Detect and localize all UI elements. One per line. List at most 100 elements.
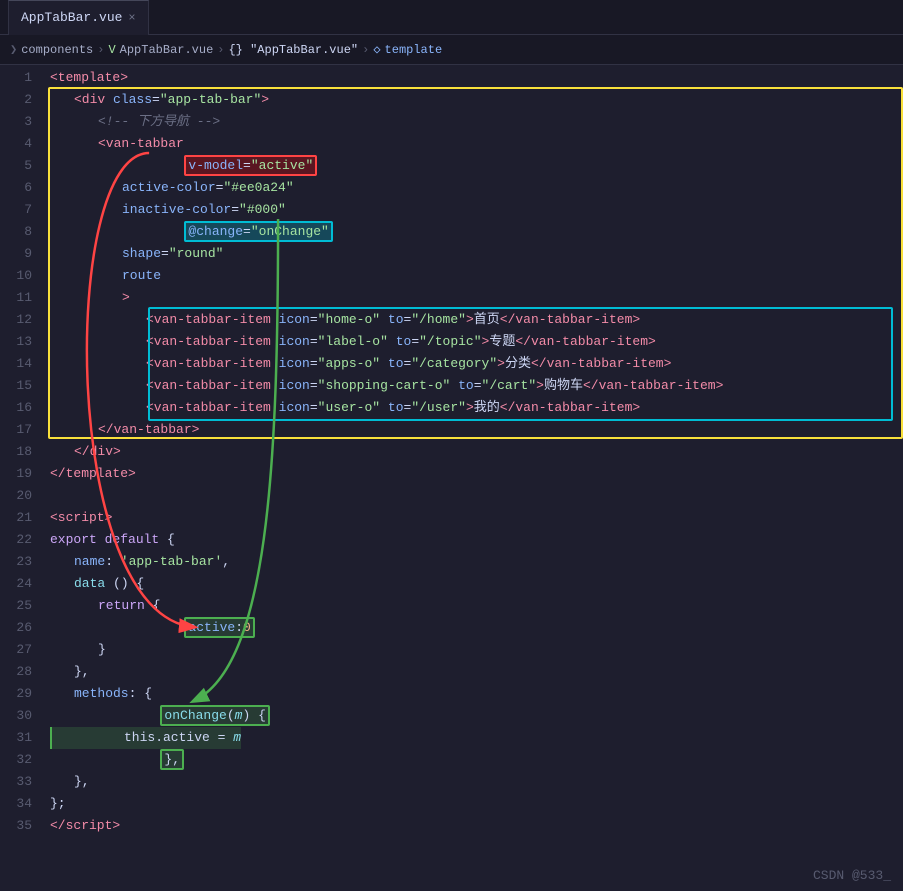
ln-8: 8 [0,221,32,243]
template-close: </template> [50,463,136,485]
ln-12: 12 [0,309,32,331]
code-line-23: name: 'app-tab-bar', [50,551,903,573]
ln-16: 16 [0,397,32,419]
ln-11: 11 [0,287,32,309]
code-line-32: }, [50,749,903,771]
code-line-16: <van-tabbar-item icon="user-o" to="/user… [50,397,903,419]
breadcrumb-sep-1: › [97,43,104,57]
code-line-30: onChange(m) { [50,705,903,727]
code-line-19: </template> [50,463,903,485]
tab-close-button[interactable]: × [128,11,135,25]
code-line-28: }, [50,661,903,683]
ln-34: 34 [0,793,32,815]
data-fn-line: data () { [50,573,144,595]
data-close-line: }, [50,661,90,683]
code-line-18: </div> [50,441,903,463]
code-line-8: @change="onChange" [50,221,903,243]
ln-23: 23 [0,551,32,573]
van-tabbar-close: </van-tabbar> [50,419,199,441]
code-line-1: <template> [50,67,903,89]
ln-28: 28 [0,661,32,683]
code-line-27: } [50,639,903,661]
ln-22: 22 [0,529,32,551]
ln-25: 25 [0,595,32,617]
ln-13: 13 [0,331,32,353]
code-line-35: </script> [50,815,903,837]
tab-item[interactable]: AppTabBar.vue × [8,0,149,35]
div-close: </div> [50,441,121,463]
line-numbers: 1 2 3 4 5 6 7 8 9 10 11 12 13 14 15 16 1… [0,65,40,891]
code-line-9: shape="round" [50,243,903,265]
breadcrumb-vue-icon: V [108,43,115,57]
code-line-17: </van-tabbar> [50,419,903,441]
export-default: export default [50,529,159,551]
shape-line: shape="round" [50,243,223,265]
breadcrumb-sep-2: › [217,43,224,57]
code-line-12: <van-tabbar-item icon="home-o" to="/home… [50,309,903,331]
ln-6: 6 [0,177,32,199]
code-line-20 [50,485,903,507]
watermark: CSDN @533_ [813,868,891,883]
return-close-line: } [50,639,106,661]
breadcrumb-file: AppTabBar.vue [120,43,214,57]
ln-15: 15 [0,375,32,397]
code-line-22: export default { [50,529,903,551]
ln-20: 20 [0,485,32,507]
code-line-3: <!-- 下方导航 --> [50,111,903,133]
ln-19: 19 [0,463,32,485]
ln-24: 24 [0,573,32,595]
code-line-5: v-model="active" [50,155,903,177]
name-line: name: 'app-tab-bar', [50,551,230,573]
active-color-line: active-color="#ee0a24" [50,177,294,199]
breadcrumb: ❯ components › V AppTabBar.vue › {} "App… [0,35,903,65]
item-category-line: <van-tabbar-item icon="apps-o" to="/cate… [50,353,671,375]
code-line-14: <van-tabbar-item icon="apps-o" to="/cate… [50,353,903,375]
methods-close-line: }, [50,771,90,793]
code-line-33: }, [50,771,903,793]
breadcrumb-components: components [21,43,93,57]
item-user-line: <van-tabbar-item icon="user-o" to="/user… [50,397,640,419]
ln-7: 7 [0,199,32,221]
ln-27: 27 [0,639,32,661]
script-close: </script> [50,815,120,837]
ln-18: 18 [0,441,32,463]
ln-30: 30 [0,705,32,727]
ln-31: 31 [0,727,32,749]
item-topic-line: <van-tabbar-item icon="label-o" to="/top… [50,331,656,353]
code-content: <template> <div class="app-tab-bar"> <!-… [40,65,903,891]
tag-template-open: <template> [50,67,128,89]
breadcrumb-sep-3: › [362,43,369,57]
ln-17: 17 [0,419,32,441]
gt-line: > [50,287,130,309]
ln-32: 32 [0,749,32,771]
div-open-code: <div class="app-tab-bar"> [50,89,269,111]
export-brace: { [159,529,175,551]
code-line-6: active-color="#ee0a24" [50,177,903,199]
code-line-34: }; [50,793,903,815]
ln-3: 3 [0,111,32,133]
code-line-21: <script> [50,507,903,529]
editor: 1 2 3 4 5 6 7 8 9 10 11 12 13 14 15 16 1… [0,65,903,891]
ln-14: 14 [0,353,32,375]
ln-2: 2 [0,89,32,111]
ln-4: 4 [0,133,32,155]
route-line: route [50,265,161,287]
code-line-10: route [50,265,903,287]
ln-26: 26 [0,617,32,639]
code-line-15: <van-tabbar-item icon="shopping-cart-o" … [50,375,903,397]
breadcrumb-obj: {} "AppTabBar.vue" [228,43,358,57]
code-line-2: <div class="app-tab-bar"> [50,89,903,111]
code-line-13: <van-tabbar-item icon="label-o" to="/top… [50,331,903,353]
ln-1: 1 [0,67,32,89]
item-home-line: <van-tabbar-item icon="home-o" to="/home… [50,309,640,331]
ln-33: 33 [0,771,32,793]
ln-9: 9 [0,243,32,265]
breadcrumb-chevron: ❯ [10,42,17,57]
tab-filename: AppTabBar.vue [21,10,122,25]
ln-21: 21 [0,507,32,529]
ln-5: 5 [0,155,32,177]
tab-bar: AppTabBar.vue × [0,0,903,35]
ln-10: 10 [0,265,32,287]
code-line-26: active:0 [50,617,903,639]
comment-nav: <!-- 下方导航 --> [50,111,220,133]
